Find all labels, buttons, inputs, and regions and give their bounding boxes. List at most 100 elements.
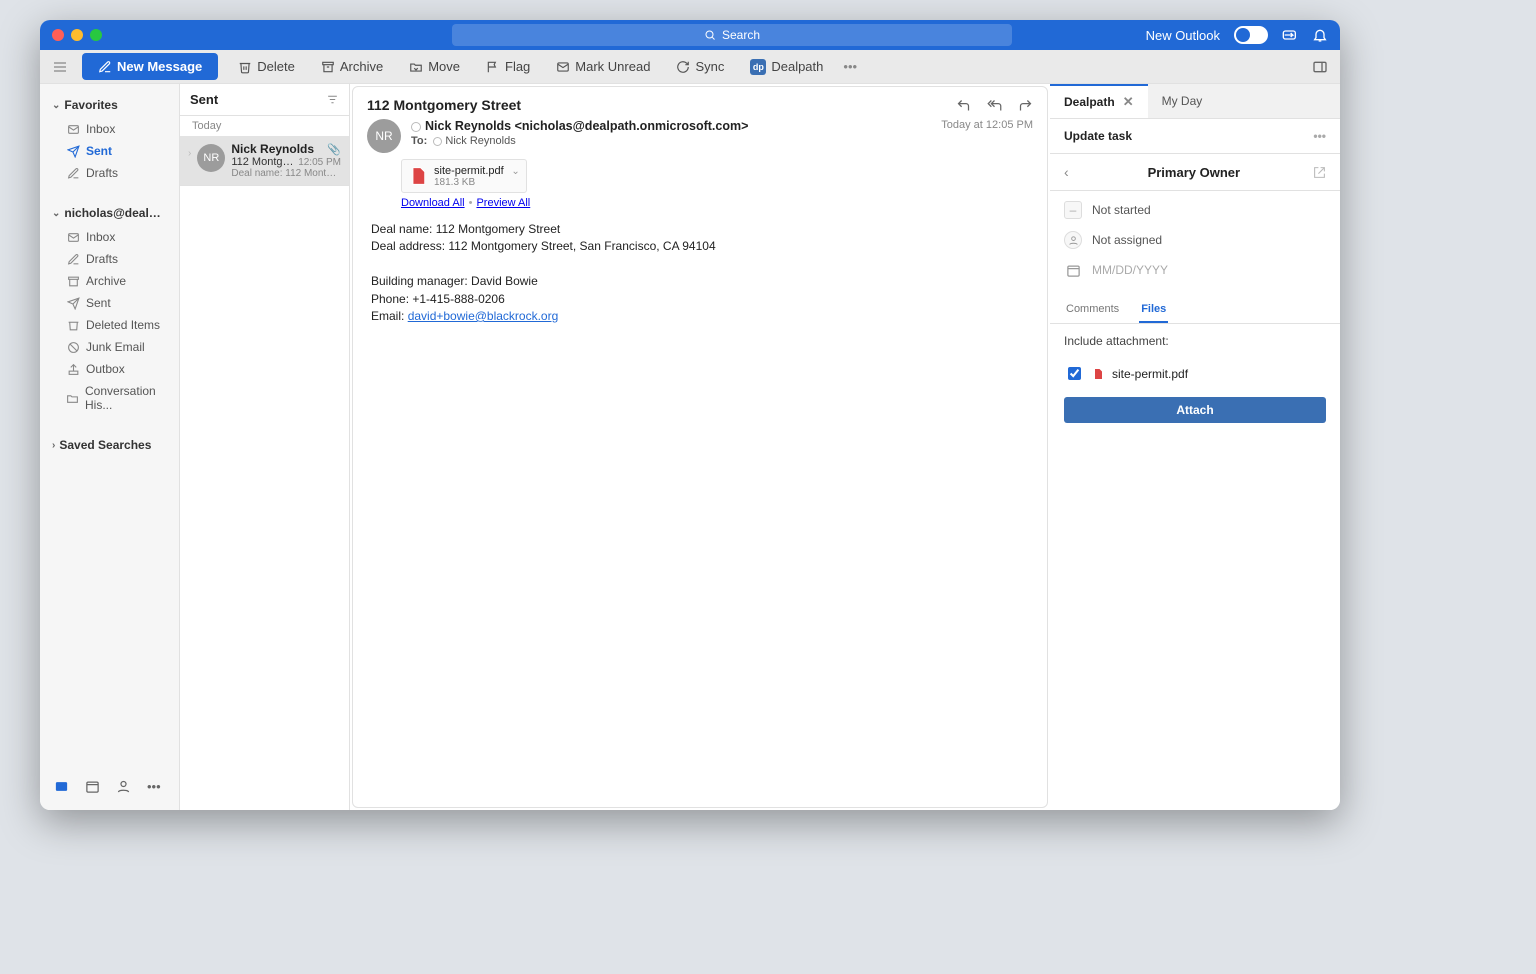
dealpath-addin-button[interactable]: dp Dealpath: [744, 55, 829, 79]
message-list-pane: Sent Today › NR Nick Reynolds 📎 112 Mont…: [180, 84, 350, 810]
saved-searches-section[interactable]: ›Saved Searches: [40, 432, 179, 458]
expand-pane-icon[interactable]: [1312, 59, 1328, 75]
attachment-checkbox[interactable]: [1068, 367, 1081, 380]
forward-icon[interactable]: [1018, 98, 1033, 113]
update-task-header: Update task •••: [1050, 119, 1340, 154]
status-icon: –: [1064, 201, 1082, 219]
toolbar: New Message Delete Archive Move Flag Mar…: [40, 50, 1340, 84]
new-message-button[interactable]: New Message: [82, 53, 218, 80]
people-module-icon[interactable]: [116, 779, 131, 794]
folder-sent[interactable]: Sent: [40, 140, 179, 162]
new-outlook-toggle[interactable]: [1234, 26, 1268, 44]
acct-inbox[interactable]: Inbox: [40, 226, 179, 248]
subtab-files[interactable]: Files: [1139, 297, 1168, 323]
overflow-icon[interactable]: •••: [843, 59, 857, 74]
search-placeholder: Search: [722, 28, 760, 42]
attachment-checkbox-row[interactable]: site-permit.pdf: [1050, 358, 1340, 389]
close-icon[interactable]: ✕: [1123, 94, 1134, 110]
module-switcher: •••: [40, 771, 179, 802]
dealpath-icon: dp: [750, 59, 766, 75]
to-line: To: Nick Reynolds: [411, 135, 748, 147]
window-controls: [52, 29, 102, 41]
subtab-comments[interactable]: Comments: [1064, 297, 1121, 323]
date-field[interactable]: MM/DD/YYYY: [1050, 255, 1340, 285]
folder-pane: ⌄Favorites Inbox Sent Drafts ⌄nicholas@d…: [40, 84, 180, 810]
outbox-icon: [66, 362, 80, 376]
email-body: Deal name: 112 Montgomery Street Deal ad…: [353, 209, 1047, 337]
open-external-icon[interactable]: [1313, 166, 1326, 179]
message-list-title: Sent: [190, 92, 218, 107]
folder-inbox[interactable]: Inbox: [40, 118, 179, 140]
msglist-section-today: Today: [180, 116, 349, 136]
close-window[interactable]: [52, 29, 64, 41]
message-list-header: Sent: [180, 84, 349, 116]
acct-deleted[interactable]: Deleted Items: [40, 314, 179, 336]
acct-drafts[interactable]: Drafts: [40, 248, 179, 270]
acct-archive[interactable]: Archive: [40, 270, 179, 292]
hamburger-icon[interactable]: [52, 59, 68, 75]
attachment-name: site-permit.pdf: [434, 165, 504, 177]
zoom-window[interactable]: [90, 29, 102, 41]
sender-avatar: NR: [367, 119, 401, 153]
email-subject: 112 Montgomery Street: [367, 97, 521, 113]
new-outlook-label: New Outlook: [1146, 28, 1220, 43]
back-icon[interactable]: ‹: [1064, 164, 1075, 180]
mail-module-icon[interactable]: [54, 779, 69, 794]
minimize-window[interactable]: [71, 29, 83, 41]
main-body: ⌄Favorites Inbox Sent Drafts ⌄nicholas@d…: [40, 84, 1340, 810]
account-section[interactable]: ⌄nicholas@dealpath...: [40, 200, 179, 226]
favorites-section[interactable]: ⌄Favorites: [40, 92, 179, 118]
sync-button[interactable]: Sync: [670, 55, 730, 78]
msg-preview: Deal name: 112 Montgo...: [231, 168, 341, 179]
preview-all-link[interactable]: Preview All: [476, 197, 530, 209]
flag-button[interactable]: Flag: [480, 55, 536, 78]
email-link[interactable]: david+bowie@blackrock.org: [408, 309, 559, 323]
expand-thread-icon[interactable]: ›: [188, 142, 191, 179]
move-button[interactable]: Move: [403, 55, 466, 78]
attach-button[interactable]: Attach: [1064, 397, 1326, 423]
drafts-icon: [66, 166, 80, 180]
message-item[interactable]: › NR Nick Reynolds 📎 112 Montgom... 12:0…: [180, 136, 349, 186]
addin-panel: Dealpath ✕ My Day Update task ••• ‹ Prim…: [1050, 84, 1340, 810]
acct-sent[interactable]: Sent: [40, 292, 179, 314]
download-all-link[interactable]: Download All: [401, 197, 465, 209]
msg-time: 12:05 PM: [298, 157, 341, 168]
avatar: NR: [197, 144, 225, 172]
acct-outbox[interactable]: Outbox: [40, 358, 179, 380]
pdf-file-icon: [408, 164, 428, 188]
trash-icon: [66, 318, 80, 332]
person-icon: [1064, 231, 1082, 249]
status-field[interactable]: – Not started: [1050, 195, 1340, 225]
from-line: Nick Reynolds <nicholas@dealpath.onmicro…: [411, 119, 748, 133]
more-icon[interactable]: •••: [1313, 129, 1326, 143]
assignee-field[interactable]: Not assigned: [1050, 225, 1340, 255]
panel-tab-dealpath[interactable]: Dealpath ✕: [1050, 84, 1148, 118]
calendar-icon: [1064, 261, 1082, 279]
archive-button[interactable]: Archive: [315, 55, 389, 78]
pdf-file-icon: [1092, 367, 1104, 381]
attachment-card[interactable]: site-permit.pdf 181.3 KB: [401, 159, 527, 193]
drafts-icon: [66, 252, 80, 266]
msg-sender: Nick Reynolds: [231, 142, 314, 156]
include-attachment-label: Include attachment:: [1050, 324, 1340, 358]
more-modules-icon[interactable]: •••: [147, 779, 161, 794]
global-search[interactable]: Search: [452, 24, 1012, 46]
filter-icon[interactable]: [326, 93, 339, 106]
archive-icon: [66, 274, 80, 288]
acct-conversation-history[interactable]: Conversation His...: [40, 380, 179, 416]
inbox-icon: [66, 122, 80, 136]
app-window: Search New Outlook New Message Delete: [40, 20, 1340, 810]
junk-icon: [66, 340, 80, 354]
folder-icon: [66, 391, 79, 405]
reply-icon[interactable]: [956, 98, 971, 113]
mark-unread-button[interactable]: Mark Unread: [550, 55, 656, 78]
coming-soon-icon[interactable]: [1282, 27, 1298, 43]
calendar-module-icon[interactable]: [85, 779, 100, 794]
msg-subject: 112 Montgom...: [231, 156, 294, 168]
panel-tab-myday[interactable]: My Day: [1148, 84, 1217, 118]
acct-junk[interactable]: Junk Email: [40, 336, 179, 358]
notifications-icon[interactable]: [1312, 27, 1328, 43]
folder-drafts[interactable]: Drafts: [40, 162, 179, 184]
reply-all-icon[interactable]: [987, 98, 1002, 113]
delete-button[interactable]: Delete: [232, 55, 301, 78]
